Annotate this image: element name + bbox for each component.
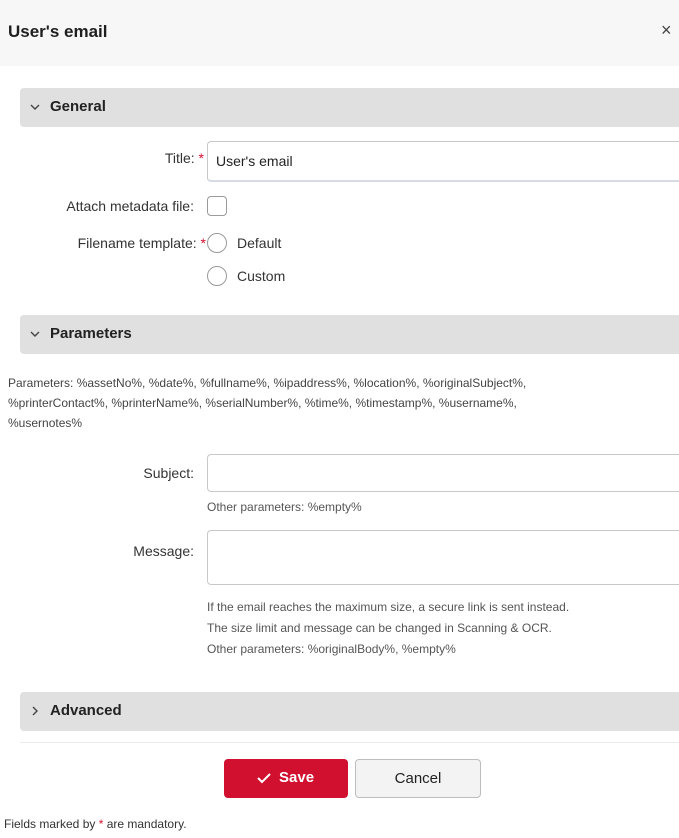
dialog-footer	[20, 742, 679, 794]
chevron-right-icon	[32, 706, 38, 716]
chevron-down-icon	[30, 331, 40, 337]
chevron-down-icon	[30, 104, 40, 110]
parameters-line: %printerContact%, %printerName%, %serial…	[8, 396, 517, 410]
section-header-parameters[interactable]: Parameters	[20, 315, 679, 354]
parameters-line: Parameters: %assetNo%, %date%, %fullname…	[8, 376, 527, 390]
radio-default-label[interactable]: Default	[237, 235, 281, 251]
subject-hint: Other parameters: %empty%	[207, 500, 362, 514]
section-header-advanced[interactable]: Advanced	[20, 692, 679, 731]
message-hint-line: Other parameters: %originalBody%, %empty…	[207, 642, 456, 656]
filename-template-label-text: Filename template:	[77, 235, 197, 251]
radio-custom[interactable]	[207, 266, 227, 286]
cancel-button[interactable]: Cancel	[355, 759, 481, 798]
message-hint-line: If the email reaches the maximum size, a…	[207, 600, 570, 614]
message-textarea[interactable]	[207, 530, 679, 585]
mandatory-footnote: Fields marked by * are mandatory.	[4, 817, 187, 831]
section-header-general[interactable]: General	[20, 88, 679, 127]
section-label-advanced: Advanced	[50, 702, 122, 719]
filename-template-label: Filename template: *	[10, 235, 206, 251]
parameters-description: Parameters: %assetNo%, %date%, %fullname…	[8, 373, 679, 433]
save-button[interactable]: Save	[224, 759, 348, 798]
message-label: Message:	[133, 543, 194, 559]
parameters-line: %usernotes%	[8, 416, 83, 430]
check-icon	[257, 773, 271, 784]
subject-label: Subject:	[143, 465, 194, 481]
footnote-prefix: Fields marked by	[4, 817, 99, 831]
dialog-title: User's email	[8, 22, 108, 41]
radio-default[interactable]	[207, 233, 227, 253]
footnote-suffix: are mandatory.	[103, 817, 187, 831]
title-label-text: Title:	[164, 150, 195, 166]
message-hints: If the email reaches the maximum size, a…	[207, 597, 677, 660]
required-mark: *	[198, 150, 204, 166]
message-hint-line: The size limit and message can be change…	[207, 621, 552, 635]
title-label: Title: *	[60, 150, 204, 166]
attach-metadata-label: Attach metadata file:	[66, 198, 194, 214]
save-button-label: Save	[279, 769, 315, 786]
section-label-general: General	[50, 98, 106, 115]
section-label-parameters: Parameters	[50, 325, 132, 342]
subject-input[interactable]	[207, 454, 679, 492]
close-icon[interactable]: ×	[661, 20, 672, 40]
title-input[interactable]	[207, 141, 679, 182]
required-mark: *	[200, 235, 206, 251]
dialog-header: User's email ×	[0, 0, 679, 66]
radio-custom-label[interactable]: Custom	[237, 268, 285, 284]
attach-metadata-checkbox[interactable]	[207, 196, 227, 216]
